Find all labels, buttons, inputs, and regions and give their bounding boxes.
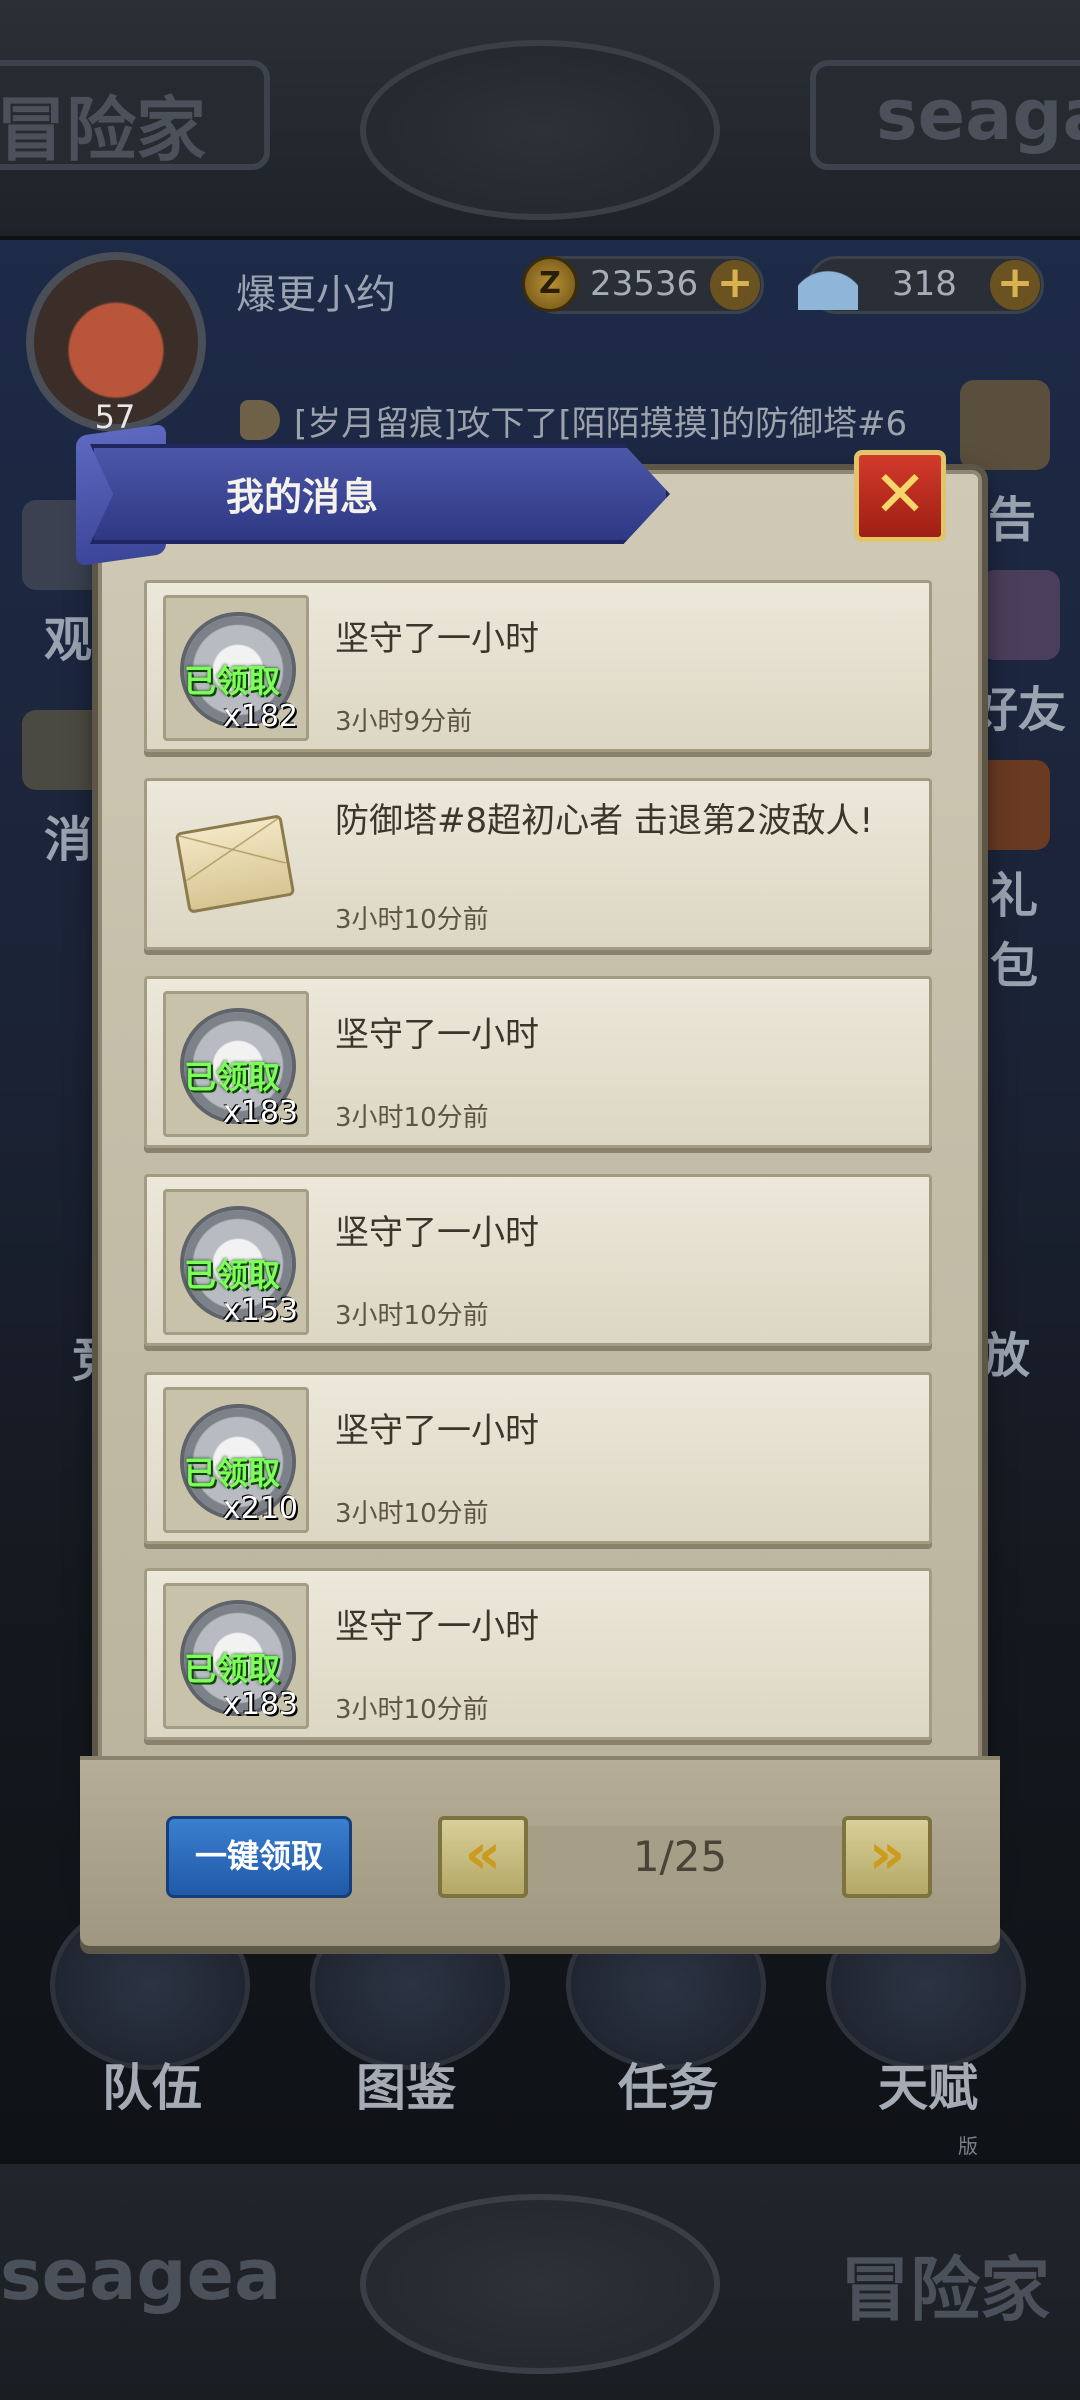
page-indicator: 1/25 — [632, 1832, 728, 1881]
claimed-status: 已领取 — [184, 662, 281, 700]
close-button[interactable]: ✕ — [854, 450, 946, 542]
reward-thumbnail: 已领取 x183 — [163, 991, 309, 1137]
message-title: 坚守了一小时 — [335, 1015, 539, 1055]
banner-text-bottom-right: 冒险家 — [840, 2249, 1050, 2331]
shell-value: 318 — [892, 264, 957, 304]
mail-thumbnail — [163, 793, 309, 939]
side-label-watch: 观 — [44, 612, 93, 668]
claimed-status: 已领取 — [184, 1650, 281, 1688]
banner-plate-left: 冒险家 — [0, 60, 270, 171]
message-title: 坚守了一小时 — [335, 1607, 539, 1647]
side-label-friends: 好友 — [970, 682, 1067, 738]
message-title: 坚守了一小时 — [335, 619, 539, 659]
message-time: 3小时9分前 — [335, 707, 473, 737]
banner-emblem-bottom — [360, 2194, 720, 2374]
reward-count: x153 — [222, 1293, 298, 1328]
top-banner: 冒险家 seaga — [0, 0, 1080, 240]
nav-quests[interactable]: 任务 — [618, 2048, 718, 2120]
claimed-status: 已领取 — [184, 1256, 281, 1294]
add-shells-icon[interactable]: + — [990, 260, 1040, 310]
bottom-banner: seagea 冒险家 — [0, 2160, 1080, 2400]
message-time: 3小时10分前 — [335, 1301, 489, 1331]
banner-text-left: 冒险家 — [0, 89, 206, 171]
friends-icon — [980, 570, 1060, 660]
message-time: 3小时10分前 — [335, 1499, 489, 1529]
reward-thumbnail: 已领取 x182 — [163, 595, 309, 741]
nav-codex[interactable]: 图鉴 — [356, 2048, 456, 2120]
prev-page-button[interactable]: « — [438, 1816, 528, 1898]
reward-thumbnail: 已领取 x183 — [163, 1583, 309, 1729]
reward-thumbnail: 已领取 x153 — [163, 1189, 309, 1335]
message-time: 3小时10分前 — [335, 905, 489, 935]
shell-icon — [798, 254, 858, 310]
reward-thumbnail: 已领取 x210 — [163, 1387, 309, 1533]
coin-icon: Z — [522, 256, 578, 312]
message-item[interactable]: 已领取 x210 坚守了一小时 3小时10分前 — [144, 1372, 932, 1544]
reward-count: x210 — [222, 1491, 298, 1526]
message-item[interactable]: 已领取 x153 坚守了一小时 3小时10分前 — [144, 1174, 932, 1346]
message-item[interactable]: 已领取 x182 坚守了一小时 3小时9分前 — [144, 580, 932, 752]
close-x-icon: ✕ — [873, 458, 927, 532]
claim-all-button[interactable]: 一键领取 — [166, 1816, 352, 1898]
nav-team[interactable]: 队伍 — [102, 2048, 202, 2120]
message-title: 坚守了一小时 — [335, 1213, 539, 1253]
double-chevron-right-icon: » — [868, 1822, 906, 1887]
side-label-message: 消 — [44, 812, 93, 868]
message-title: 坚守了一小时 — [335, 1411, 539, 1451]
claimed-status: 已领取 — [184, 1454, 281, 1492]
add-coins-icon[interactable]: + — [710, 260, 760, 310]
side-label-release: 放 — [982, 1328, 1031, 1384]
message-time: 3小时10分前 — [335, 1103, 489, 1133]
envelope-icon — [174, 814, 296, 914]
message-item[interactable]: 已领取 x183 坚守了一小时 3小时10分前 — [144, 1568, 932, 1740]
double-chevron-left-icon: « — [464, 1822, 502, 1887]
dialog-title: 我的消息 — [226, 475, 379, 519]
horn-icon — [240, 400, 280, 440]
banner-plate-right: seaga — [810, 60, 1080, 170]
reward-count: x182 — [222, 699, 298, 734]
news-ticker: [岁月留痕]攻下了[陌陌摸摸]的防御塔#6 — [294, 404, 908, 444]
nav-talents[interactable]: 天赋 — [878, 2048, 978, 2120]
title-ribbon — [90, 444, 670, 544]
reward-count: x183 — [222, 1687, 298, 1722]
next-page-button[interactable]: » — [842, 1816, 932, 1898]
banner-text-right: seaga — [876, 74, 1080, 156]
player-name: 爆更小约 — [236, 272, 396, 318]
message-item[interactable]: 防御塔#8超初心者 击退第2波敌人! 3小时10分前 — [144, 778, 932, 950]
banner-emblem — [360, 40, 720, 220]
reward-count: x183 — [222, 1095, 298, 1130]
message-title: 防御塔#8超初心者 击退第2波敌人! — [335, 801, 874, 841]
coin-value: 23536 — [590, 264, 699, 304]
side-label-gift: 礼包 — [990, 868, 1039, 994]
banner-text-bottom-left: seagea — [0, 2234, 282, 2316]
message-time: 3小时10分前 — [335, 1695, 489, 1725]
claimed-status: 已领取 — [184, 1058, 281, 1096]
message-item[interactable]: 已领取 x183 坚守了一小时 3小时10分前 — [144, 976, 932, 1148]
announcement-horn-icon — [960, 380, 1050, 470]
